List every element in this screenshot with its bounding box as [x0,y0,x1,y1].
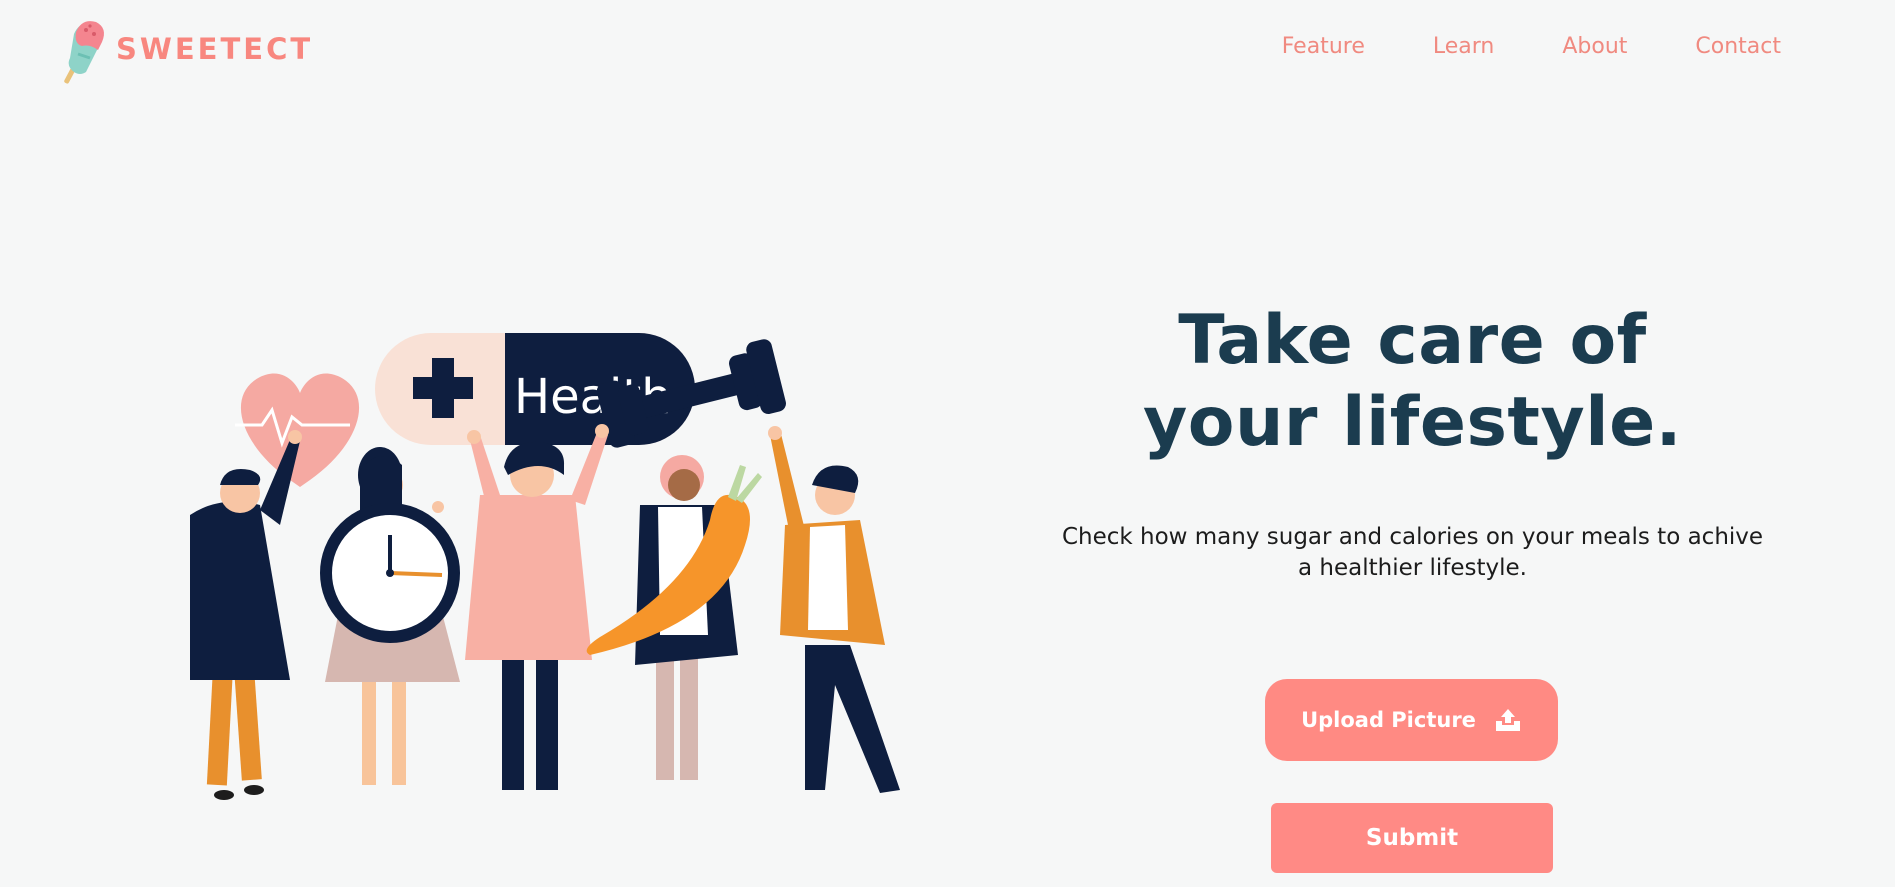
person-5 [768,426,900,793]
upload-icon [1495,709,1520,731]
hero-description: Check how many sugar and calories on you… [1061,524,1764,581]
submit-label: Submit [1365,825,1459,851]
upload-picture-label: Upload Picture [1301,708,1476,732]
logo-text: SWEETECT [116,32,314,66]
nav-link-feature[interactable]: Feature [1282,34,1365,59]
hero-title: Take care of your lifestyle. [1030,300,1795,464]
submit-button[interactable]: Submit [1271,803,1553,873]
brand-logo[interactable]: SWEETECT [60,14,313,84]
popsicle-icon [64,21,104,84]
nav-link-about[interactable]: About [1562,34,1627,59]
hero-title-line1: Take care of [1178,301,1647,380]
nav-link-learn[interactable]: Learn [1433,34,1495,59]
main-nav: Feature Learn About Contact [1214,34,1781,59]
person-2 [320,447,460,785]
hero-title-line2: your lifestyle. [1142,383,1683,462]
hero-section: Take care of your lifestyle. Check how m… [1030,300,1795,584]
person-3 [465,424,609,790]
heart-icon [235,373,360,487]
clock-icon [320,503,460,643]
person-4 [586,455,762,780]
upload-picture-button[interactable]: Upload Picture [1265,679,1558,761]
health-illustration: Health [190,333,900,800]
person-1 [190,430,302,800]
nav-link-contact[interactable]: Contact [1695,34,1781,59]
